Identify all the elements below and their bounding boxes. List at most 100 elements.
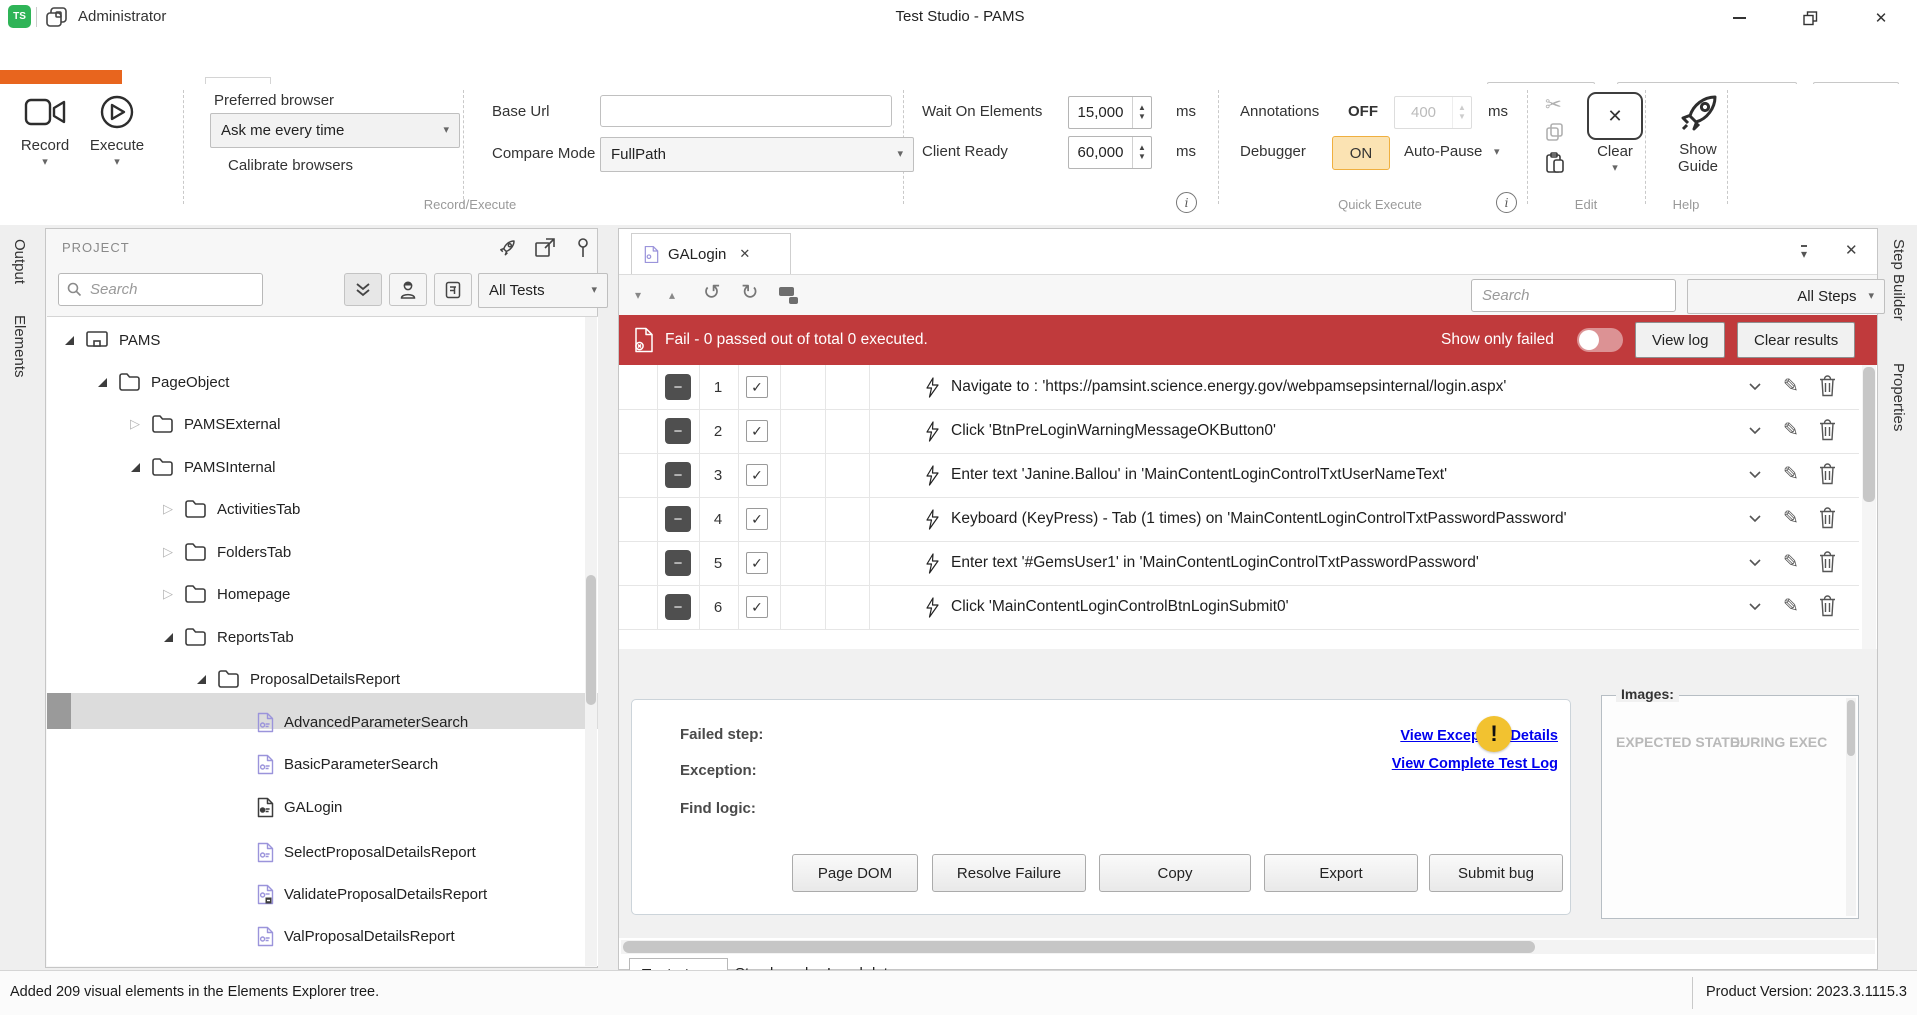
spinner-arrows-icon[interactable]: ▲▼ [1132,97,1151,128]
expander-collapsed-icon[interactable] [127,416,143,432]
edit-step-icon[interactable] [1783,551,1799,574]
collapse-all-button[interactable] [344,273,382,306]
project-search-input[interactable] [88,280,291,299]
chevron-down-icon[interactable] [1749,383,1761,391]
edit-step-icon[interactable] [1783,419,1799,442]
tree-item[interactable]: SelectProposalDetailsReport [47,835,598,869]
step-row[interactable]: 6 Click 'MainContentLoginControlBtnLogin… [619,585,1859,630]
collapse-step-icon[interactable] [665,550,691,576]
show-guide-button[interactable]: ShowGuide [1664,90,1732,176]
tree-item[interactable]: PAMSInternal [47,450,598,484]
record-button[interactable]: Record [12,92,78,168]
chevron-down-icon[interactable] [1749,471,1761,479]
collapse-step-icon[interactable] [665,418,691,444]
resolve-failure-button[interactable]: Resolve Failure [932,854,1086,892]
expander-expanded-icon[interactable] [164,633,173,642]
chevron-down-icon[interactable] [1749,559,1761,567]
steps-filter-select[interactable]: All Steps [1687,279,1885,314]
expander-collapsed-icon[interactable] [160,544,176,560]
step-row[interactable]: 1 Navigate to : 'https://pamsint.science… [619,365,1859,410]
info-icon[interactable] [1496,192,1517,213]
restore-button[interactable] [1793,6,1827,30]
chevron-down-icon[interactable] [1749,427,1761,435]
tree-item[interactable]: Homepage [47,577,598,611]
steps-search[interactable] [1471,279,1676,312]
annotations-toggle[interactable]: OFF [1348,103,1378,120]
expander-expanded-icon[interactable] [65,336,74,345]
description-button[interactable] [434,273,472,306]
page-dom-button[interactable]: Page DOM [792,854,918,892]
steps-search-input[interactable] [1480,286,1685,305]
copy-button[interactable]: Copy [1099,854,1251,892]
collapse-step-icon[interactable] [665,462,691,488]
undo-icon[interactable] [703,280,721,305]
chevron-down-icon[interactable] [1749,515,1761,523]
tree-item[interactable]: PAMSExternal [47,407,598,441]
user-filter-button[interactable] [389,273,427,306]
tree-item[interactable]: PageObject [47,365,598,399]
submit-bug-button[interactable]: Submit bug [1429,854,1563,892]
horizontal-scrollbar[interactable] [621,940,1875,954]
calibrate-browsers-button[interactable]: Calibrate browsers [228,157,353,174]
step-checkbox-checked[interactable] [746,596,768,618]
base-url-input[interactable] [600,95,892,127]
expander-collapsed-icon[interactable] [160,586,176,602]
step-checkbox-checked[interactable] [746,508,768,530]
tree-item[interactable]: PAMS [47,323,597,357]
delete-step-icon[interactable] [1819,375,1836,397]
expander-collapsed-icon[interactable] [160,501,176,517]
save-icon[interactable] [44,5,69,30]
sidebar-tab-step-builder[interactable]: Step Builder [1890,239,1907,321]
tree-item[interactable]: ProposalDetailsReport [47,662,598,696]
delete-step-icon[interactable] [1819,419,1836,441]
editor-tab-galogin[interactable]: GALogin [631,233,791,274]
step-row[interactable]: 2 Click 'BtnPreLoginWarningMessageOKButt… [619,409,1859,454]
step-flow-icon[interactable] [779,287,799,304]
clear-results-button[interactable]: Clear results [1737,322,1855,358]
edit-step-icon[interactable] [1783,375,1799,398]
move-step-up-icon[interactable]: ▴ [669,288,675,302]
move-step-down-icon[interactable]: ▾ [635,288,641,302]
auto-pause-dropdown[interactable]: Auto-Pause [1404,143,1482,160]
collapse-step-icon[interactable] [665,374,691,400]
export-button[interactable]: Export [1264,854,1418,892]
sidebar-tab-elements[interactable]: Elements [11,315,28,378]
tree-item[interactable]: ValProposalDetailsReport [47,919,598,953]
project-search[interactable] [58,273,263,306]
delete-step-icon[interactable] [1819,507,1836,529]
delete-step-icon[interactable] [1819,463,1836,485]
window-position-icon[interactable]: ▾ [1801,245,1807,260]
expander-expanded-icon[interactable] [131,463,140,472]
tree-item[interactable]: FoldersTab [47,535,598,569]
expander-expanded-icon[interactable] [98,378,107,387]
tree-item[interactable]: ActivitiesTab [47,492,598,526]
sidebar-tab-properties[interactable]: Properties [1890,363,1907,431]
chevron-down-icon[interactable] [1749,603,1761,611]
view-complete-test-log-link[interactable]: View Complete Test Log [1392,756,1558,772]
redo-icon[interactable] [741,280,759,305]
step-checkbox-checked[interactable] [746,376,768,398]
step-checkbox-checked[interactable] [746,420,768,442]
tree-item[interactable]: ReportsTab [47,620,598,654]
images-scrollbar[interactable] [1846,698,1856,916]
view-log-button[interactable]: View log [1635,322,1725,358]
step-row[interactable]: 3 Enter text 'Janine.Ballou' in 'MainCon… [619,453,1859,498]
collapse-step-icon[interactable] [665,594,691,620]
paste-icon[interactable] [1545,152,1565,174]
delete-step-icon[interactable] [1819,595,1836,617]
info-icon[interactable] [1176,192,1197,213]
show-only-failed-toggle[interactable] [1577,328,1623,352]
pin-icon[interactable] [574,237,592,261]
minimize-button[interactable] [1722,6,1756,30]
close-button[interactable] [1864,6,1898,30]
debugger-toggle[interactable]: ON [1332,136,1390,170]
chevron-down-icon[interactable] [1494,147,1500,158]
compare-mode-select[interactable]: FullPath [600,137,914,172]
step-checkbox-checked[interactable] [746,464,768,486]
spinner-arrows-icon[interactable]: ▲▼ [1132,137,1151,168]
open-external-icon[interactable] [534,237,556,259]
tree-scrollbar[interactable] [585,317,597,966]
expander-expanded-icon[interactable] [197,675,206,684]
edit-step-icon[interactable] [1783,463,1799,486]
tests-filter-select[interactable]: All Tests [478,273,608,308]
